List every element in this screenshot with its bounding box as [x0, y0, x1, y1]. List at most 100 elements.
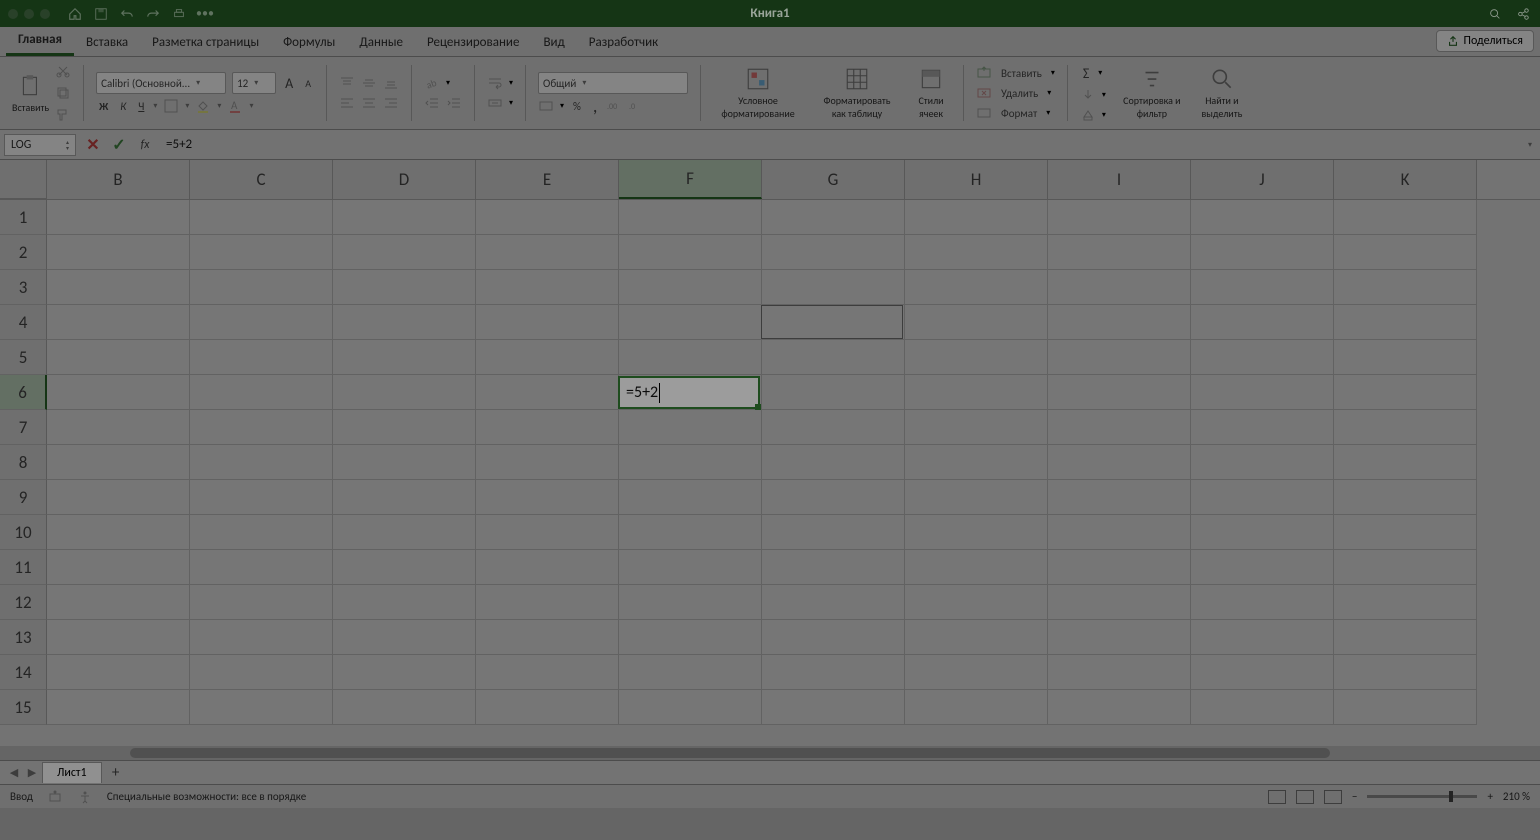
- redo-icon[interactable]: [146, 7, 160, 21]
- expand-formula-bar-icon[interactable]: ▾: [1528, 140, 1536, 150]
- cell[interactable]: [619, 235, 762, 270]
- cell[interactable]: [476, 585, 619, 620]
- column-header[interactable]: D: [333, 160, 476, 199]
- cell[interactable]: [47, 620, 190, 655]
- cell[interactable]: [1048, 305, 1191, 340]
- cell[interactable]: [333, 375, 476, 410]
- align-middle-icon[interactable]: [361, 75, 377, 91]
- format-as-table-button[interactable]: Форматировать как таблицу: [817, 66, 897, 120]
- cell[interactable]: [762, 270, 905, 305]
- home-icon[interactable]: [68, 7, 82, 21]
- cell[interactable]: [1334, 655, 1477, 690]
- add-sheet-button[interactable]: +: [104, 764, 128, 782]
- cell[interactable]: [619, 305, 762, 340]
- cell[interactable]: [190, 305, 333, 340]
- cut-icon[interactable]: [55, 63, 71, 79]
- cell[interactable]: [47, 690, 190, 725]
- cell[interactable]: [476, 480, 619, 515]
- cell[interactable]: [476, 550, 619, 585]
- decrease-indent-icon[interactable]: [424, 95, 440, 111]
- cell[interactable]: [1191, 480, 1334, 515]
- macro-record-icon[interactable]: [47, 789, 63, 805]
- column-header[interactable]: B: [47, 160, 190, 199]
- row-header[interactable]: 1: [0, 200, 47, 235]
- copy-icon[interactable]: [55, 85, 71, 101]
- format-cells-icon[interactable]: [976, 105, 992, 121]
- cell[interactable]: [1048, 200, 1191, 235]
- cell[interactable]: [1334, 585, 1477, 620]
- column-header[interactable]: G: [762, 160, 905, 199]
- cell[interactable]: [47, 235, 190, 270]
- cell[interactable]: [619, 585, 762, 620]
- cell[interactable]: [1048, 445, 1191, 480]
- cell[interactable]: [905, 340, 1048, 375]
- cell[interactable]: [1048, 515, 1191, 550]
- column-header[interactable]: C: [190, 160, 333, 199]
- select-all-corner[interactable]: [0, 160, 47, 199]
- cell[interactable]: [762, 480, 905, 515]
- insert-cells-label[interactable]: Вставить: [998, 66, 1045, 81]
- cell[interactable]: [190, 480, 333, 515]
- formula-input[interactable]: =5+2: [162, 137, 1520, 152]
- cell[interactable]: [1334, 235, 1477, 270]
- cell[interactable]: [476, 655, 619, 690]
- row-header[interactable]: 7: [0, 410, 47, 445]
- increase-font-icon[interactable]: A: [282, 74, 296, 93]
- merge-icon[interactable]: [487, 95, 503, 111]
- cell[interactable]: [47, 585, 190, 620]
- cell[interactable]: [1191, 410, 1334, 445]
- minimize-window-icon[interactable]: [24, 9, 34, 19]
- cell[interactable]: [1334, 305, 1477, 340]
- cell[interactable]: [762, 305, 905, 340]
- share-button[interactable]: Поделиться: [1436, 30, 1534, 52]
- cell[interactable]: [1048, 585, 1191, 620]
- cell[interactable]: [47, 515, 190, 550]
- decrease-font-icon[interactable]: A: [302, 76, 314, 91]
- cell[interactable]: [190, 515, 333, 550]
- cell[interactable]: [905, 200, 1048, 235]
- page-layout-view-icon[interactable]: [1296, 790, 1314, 804]
- cell[interactable]: [476, 410, 619, 445]
- cell[interactable]: [1048, 550, 1191, 585]
- align-right-icon[interactable]: [383, 95, 399, 111]
- cell[interactable]: [762, 550, 905, 585]
- cell[interactable]: [1334, 200, 1477, 235]
- cell[interactable]: [619, 410, 762, 445]
- conditional-formatting-button[interactable]: Условное форматирование: [713, 66, 803, 120]
- cell[interactable]: [1048, 270, 1191, 305]
- row-header[interactable]: 9: [0, 480, 47, 515]
- cell[interactable]: [619, 340, 762, 375]
- cell[interactable]: [333, 270, 476, 305]
- row-header[interactable]: 8: [0, 445, 47, 480]
- cell[interactable]: [333, 480, 476, 515]
- cell[interactable]: [1191, 550, 1334, 585]
- cell[interactable]: [762, 690, 905, 725]
- cell[interactable]: [1191, 235, 1334, 270]
- column-header[interactable]: I: [1048, 160, 1191, 199]
- align-left-icon[interactable]: [339, 95, 355, 111]
- align-top-icon[interactable]: [339, 75, 355, 91]
- fill-icon[interactable]: [1080, 87, 1096, 103]
- scrollbar-thumb[interactable]: [130, 748, 1330, 758]
- tab-developer[interactable]: Разработчик: [577, 29, 670, 56]
- italic-button[interactable]: К: [117, 99, 129, 114]
- row-header[interactable]: 13: [0, 620, 47, 655]
- undo-icon[interactable]: [120, 7, 134, 21]
- cell[interactable]: [905, 235, 1048, 270]
- cell[interactable]: [476, 515, 619, 550]
- cell[interactable]: [905, 585, 1048, 620]
- wrap-text-icon[interactable]: [487, 75, 503, 91]
- cell[interactable]: [333, 445, 476, 480]
- cell[interactable]: [333, 620, 476, 655]
- fill-color-icon[interactable]: [195, 98, 211, 114]
- clear-icon[interactable]: [1080, 107, 1096, 123]
- cell[interactable]: [1191, 445, 1334, 480]
- cell[interactable]: [1334, 270, 1477, 305]
- share-title-icon[interactable]: [1516, 7, 1530, 21]
- cell[interactable]: [1048, 655, 1191, 690]
- underline-button[interactable]: Ч: [135, 99, 147, 114]
- cell[interactable]: [476, 200, 619, 235]
- cell[interactable]: [190, 340, 333, 375]
- active-cell-editor[interactable]: =5+2: [618, 376, 760, 409]
- row-header[interactable]: 15: [0, 690, 47, 725]
